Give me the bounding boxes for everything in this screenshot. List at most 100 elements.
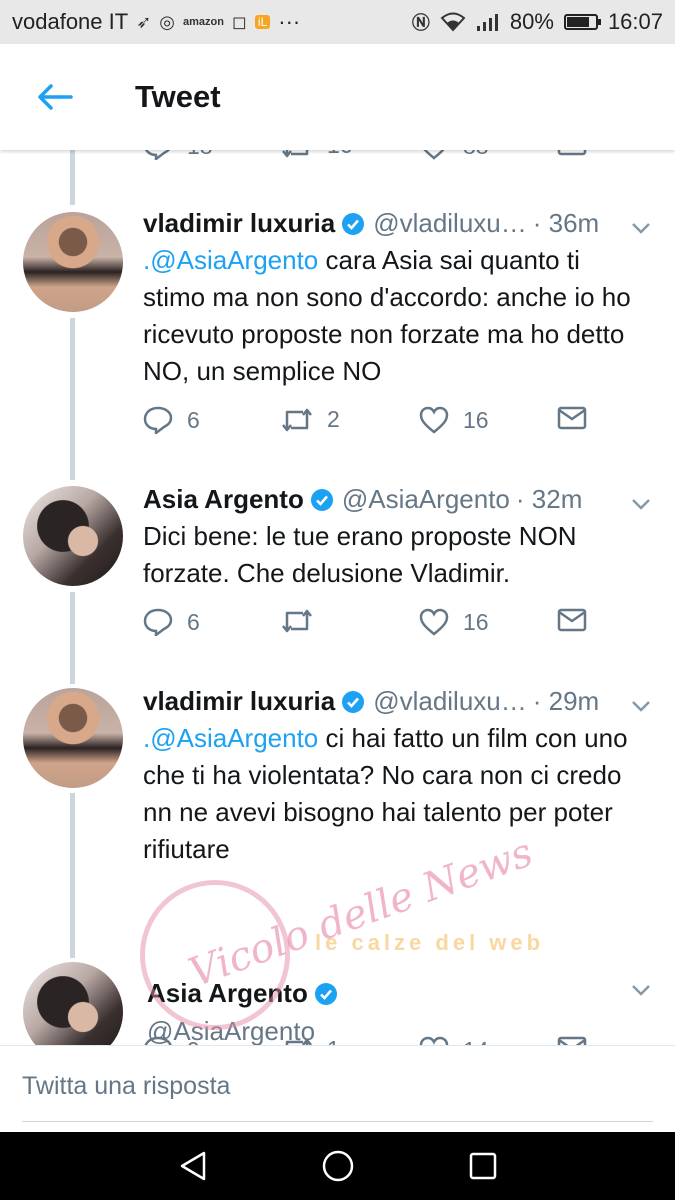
like-count: 16 <box>463 608 489 635</box>
more-notifications: ··· <box>278 9 301 34</box>
tweet-actions: 6 16 <box>143 608 603 648</box>
message-action[interactable] <box>557 608 587 632</box>
envelope-icon <box>557 608 587 632</box>
circle-home-icon <box>322 1150 353 1182</box>
clock: 16:07 <box>607 9 663 34</box>
nav-home-button[interactable] <box>308 1136 368 1196</box>
reply-count: 18 <box>187 150 213 160</box>
tweet-author-name[interactable]: vladimir luxuria <box>143 686 335 717</box>
signal-arrow-icon: ➶ <box>136 11 152 32</box>
message-action[interactable] <box>557 150 587 156</box>
mention-link[interactable]: .@AsiaArgento <box>143 245 318 275</box>
system-nav-bar <box>0 1132 675 1200</box>
nav-recents-button[interactable] <box>453 1136 513 1196</box>
tweet-text: .@AsiaArgento ci hai fatto un film con u… <box>143 723 628 864</box>
reply-action[interactable]: 6 <box>143 406 200 434</box>
heart-icon <box>419 1036 449 1045</box>
app-icon: iL <box>254 15 271 29</box>
tweet-author-name[interactable]: Asia Argento <box>147 978 308 1009</box>
retweet-count: 2 <box>327 406 340 432</box>
tweet-timestamp: · 32m <box>515 484 583 514</box>
message-action[interactable] <box>557 406 587 430</box>
triangle-back-icon <box>180 1151 205 1181</box>
arrow-left-icon <box>38 84 73 110</box>
avatar[interactable] <box>23 212 123 312</box>
tweet-author-handle[interactable]: @AsiaArgento <box>342 484 510 515</box>
envelope-icon <box>557 150 587 156</box>
battery-percent: 80% <box>509 9 554 34</box>
tweet-text: .@AsiaArgento cara Asia sai quanto ti st… <box>143 245 631 386</box>
mention-link[interactable]: .@AsiaArgento <box>143 723 318 753</box>
reply-icon <box>143 406 173 434</box>
avatar[interactable] <box>23 688 123 788</box>
like-action[interactable]: 16 <box>419 608 489 636</box>
verified-badge-icon <box>342 212 365 235</box>
reply-action[interactable]: 18 <box>143 150 213 160</box>
cellular-signal-icon <box>476 14 498 31</box>
retweet-icon <box>282 609 312 633</box>
battery-icon <box>563 14 601 30</box>
retweet-count: 16 <box>327 150 353 159</box>
instagram-icon: ◻ <box>231 11 247 32</box>
tweet-author-name[interactable]: Asia Argento <box>143 484 304 515</box>
reply-input[interactable]: Twitta una risposta <box>22 1072 230 1101</box>
tweet-timestamp: · 29m <box>532 686 600 716</box>
retweet-action[interactable]: 16 <box>281 150 353 159</box>
status-bar: vodafone IT ➶ ◎ amazon ◻ iL ··· Ⓝ 80% 16… <box>0 0 675 44</box>
like-count: 88 <box>463 150 489 160</box>
tweet-actions: 6 2 16 <box>143 406 603 446</box>
square-recents-icon <box>469 1152 496 1180</box>
nav-back-button[interactable] <box>163 1136 223 1196</box>
back-button[interactable] <box>0 44 110 150</box>
chevron-down-icon[interactable] <box>629 694 653 718</box>
reply-composer[interactable]: Twitta una risposta <box>0 1045 675 1132</box>
retweet-count: 1 <box>327 1036 340 1045</box>
like-count: 16 <box>463 406 489 433</box>
tweet-text: Dici bene: le tue erano proposte NON for… <box>143 521 577 588</box>
verified-badge-icon <box>314 982 337 1005</box>
avatar[interactable] <box>23 962 123 1045</box>
retweet-icon <box>282 408 312 431</box>
envelope-icon <box>557 406 587 430</box>
like-action[interactable]: 16 <box>419 406 489 434</box>
like-action[interactable]: 88 <box>419 150 489 160</box>
reply-icon <box>143 608 173 636</box>
retweet-action[interactable] <box>281 608 327 634</box>
thread-line <box>70 592 75 684</box>
heart-icon <box>419 406 449 434</box>
like-count: 14 <box>463 1037 489 1046</box>
nfc-icon: Ⓝ <box>411 13 430 33</box>
chrome-icon: ◎ <box>159 11 175 32</box>
heart-icon <box>419 608 449 636</box>
avatar[interactable] <box>23 486 123 586</box>
verified-badge-icon <box>310 488 333 511</box>
reply-icon <box>144 150 170 160</box>
reply-action[interactable]: 6 <box>143 608 200 636</box>
thread-line <box>70 318 75 480</box>
reply-underline <box>22 1121 653 1122</box>
thread-line <box>70 150 75 205</box>
tweet-author-handle[interactable]: @vladiluxu… <box>373 686 527 717</box>
tweet-author-name[interactable]: vladimir luxuria <box>143 208 335 239</box>
chevron-down-icon[interactable] <box>629 492 653 516</box>
tweet-author-handle[interactable]: @vladiluxu… <box>373 208 527 239</box>
retweet-action[interactable]: 2 <box>281 406 340 433</box>
retweet-icon <box>282 150 309 157</box>
tweet-author-handle[interactable]: @AsiaArgento <box>147 1016 315 1045</box>
wifi-icon <box>440 12 466 32</box>
amazon-icon: amazon <box>183 16 224 28</box>
reply-count: 6 <box>187 406 200 433</box>
like-action[interactable]: 14 <box>419 1036 489 1045</box>
app-header: Tweet <box>0 44 675 150</box>
conversation-timeline[interactable]: 18 16 88 vladimir luxuria @vladiluxu… · … <box>0 150 675 1045</box>
envelope-icon <box>557 1036 587 1045</box>
message-action[interactable] <box>557 1036 587 1045</box>
chevron-down-icon[interactable] <box>629 216 653 240</box>
page-title: Tweet <box>135 79 221 114</box>
carrier-label: vodafone IT <box>12 9 129 34</box>
thread-line <box>70 793 75 958</box>
verified-badge-icon <box>342 690 365 713</box>
tweet-timestamp: · 36m <box>532 208 600 238</box>
reply-count: 6 <box>187 608 200 635</box>
chevron-down-icon[interactable] <box>629 978 653 1002</box>
